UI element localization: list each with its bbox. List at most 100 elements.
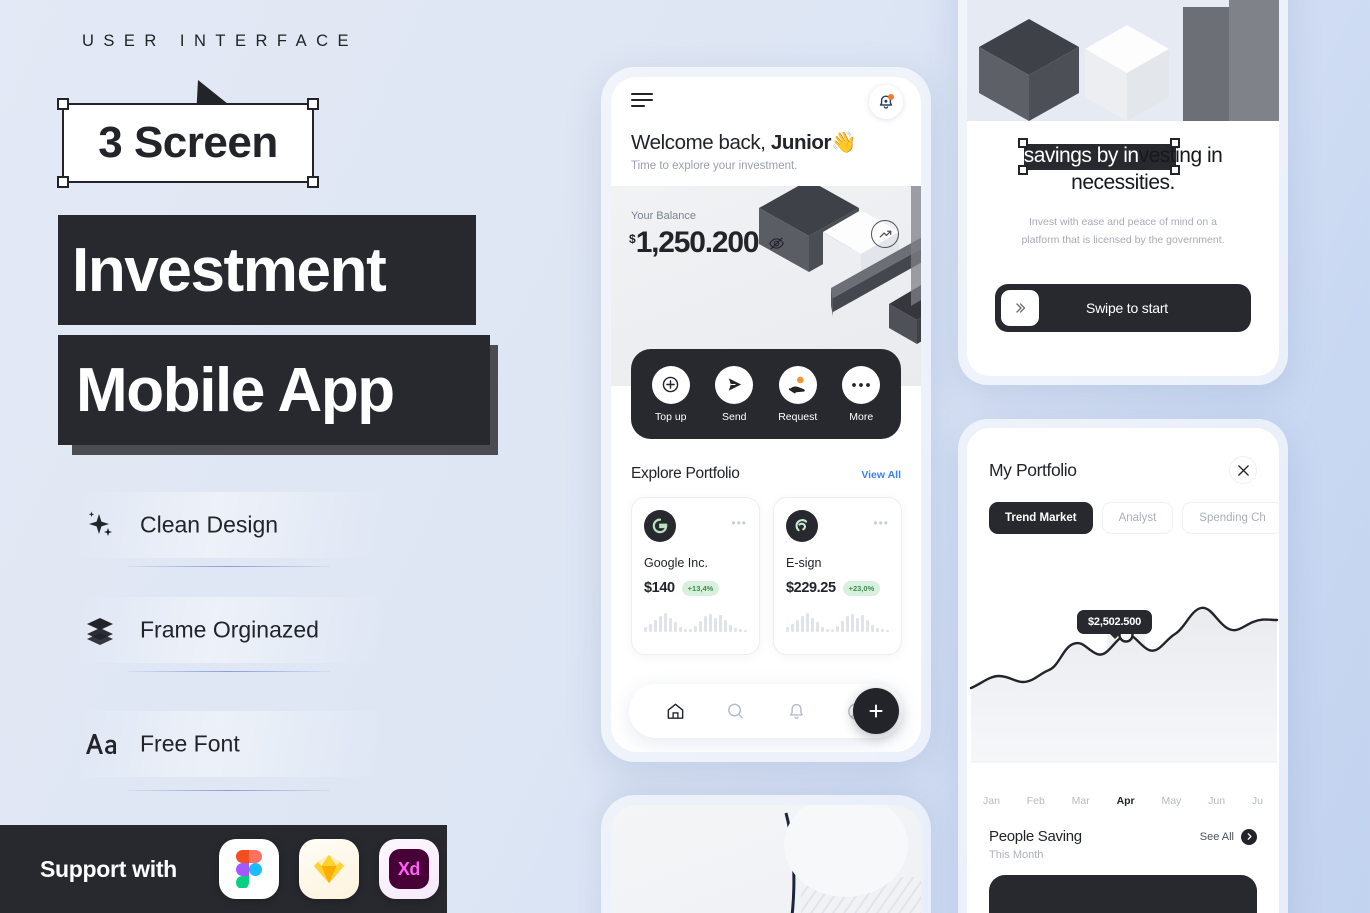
- nav-item-notifications[interactable]: [766, 701, 827, 722]
- tab-analyst[interactable]: Analyst: [1101, 502, 1174, 534]
- my-portfolio-tabs: Trend Market Analyst Spending Ch: [967, 484, 1279, 534]
- hand-coin-icon: [778, 365, 817, 404]
- adobe-xd-logo[interactable]: Xd: [378, 839, 439, 899]
- tab-spending-chart[interactable]: Spending Ch: [1182, 502, 1279, 534]
- eyebrow-label: USER INTERFACE: [82, 32, 359, 50]
- feature-divider-1: [128, 566, 330, 568]
- action-top-up[interactable]: Top up: [643, 365, 699, 423]
- action-send[interactable]: Send: [706, 365, 762, 423]
- more-options-icon[interactable]: •••: [731, 516, 747, 530]
- onboarding-subtitle-line1: Invest with ease and peace of mind on a: [1029, 215, 1217, 228]
- close-icon[interactable]: [1229, 456, 1257, 484]
- action-request[interactable]: Request: [770, 365, 826, 423]
- phone-home-screen: Welcome back, Junior👋 Time to explore yo…: [611, 77, 921, 752]
- selection-handle-top-left[interactable]: [57, 98, 69, 110]
- selection-handle-top-right[interactable]: [307, 98, 319, 110]
- esign-logo: [786, 510, 818, 542]
- people-saving-see-all[interactable]: See All: [1200, 828, 1257, 845]
- month-tick-jun[interactable]: Jun: [1208, 795, 1225, 807]
- people-saving-title: People Saving: [989, 828, 1082, 845]
- action-label-request: Request: [778, 410, 818, 423]
- onboarding-headline-selection[interactable]: savings by investing in: [1017, 138, 1223, 175]
- nav-add-button[interactable]: [853, 688, 899, 734]
- figma-logo[interactable]: [218, 839, 279, 899]
- secondary-screen-decoration: [784, 805, 921, 913]
- feature-item-free-font[interactable]: Free Font: [80, 711, 380, 777]
- feature-item-frame-orginazed[interactable]: Frame Orginazed: [80, 597, 380, 663]
- month-tick-jul[interactable]: Ju: [1252, 795, 1263, 807]
- feature-label-frame-orginazed: Frame Orginazed: [140, 616, 319, 643]
- support-with-label: Support with: [40, 855, 177, 882]
- phone-secondary-screen: [611, 805, 921, 913]
- hamburger-menu-icon[interactable]: [631, 93, 653, 109]
- stock-price-row-esign: $229.25 +23,0%: [786, 580, 889, 596]
- onboarding-headline-rest: vesting in: [1138, 144, 1223, 167]
- feature-item-clean-design[interactable]: Clean Design: [80, 492, 380, 558]
- nav-item-home[interactable]: [645, 701, 706, 722]
- headline-text-investment: Investment: [72, 235, 387, 305]
- month-tick-feb[interactable]: Feb: [1027, 795, 1045, 807]
- onboarding-headline-selected: savings by in: [1023, 144, 1139, 167]
- support-with-bar: Support with Xd: [0, 825, 447, 913]
- left-promo-column: USER INTERFACE 3 Screen Investment Mobil…: [0, 0, 560, 913]
- action-label-more: More: [849, 410, 874, 423]
- feature-label-clean-design: Clean Design: [140, 511, 279, 538]
- selection-handle-bottom-right[interactable]: [307, 176, 319, 188]
- onboarding-headline-line2: necessities.: [1071, 170, 1175, 194]
- headline-text-mobile-app: Mobile App: [76, 355, 395, 425]
- my-portfolio-header: My Portfolio: [967, 428, 1279, 484]
- onboarding-subtitle-line2: platform that is licensed by the governm…: [1021, 234, 1225, 247]
- month-tick-may[interactable]: May: [1161, 795, 1181, 807]
- people-saving-card[interactable]: [989, 875, 1257, 913]
- more-options-icon[interactable]: •••: [873, 516, 889, 530]
- stock-change-badge-esign: +23,0%: [842, 580, 881, 596]
- people-saving-section: People Saving See All This Month: [989, 828, 1257, 913]
- welcome-title: Welcome back, Junior👋: [631, 131, 901, 155]
- headline-block-mobile-app: Mobile App: [58, 335, 490, 445]
- month-tick-apr[interactable]: Apr: [1117, 795, 1135, 807]
- my-portfolio-card: My Portfolio Trend Market Analyst Spendi…: [958, 419, 1288, 913]
- eye-off-icon[interactable]: [768, 235, 785, 257]
- month-tick-jan[interactable]: Jan: [983, 795, 1000, 807]
- three-screen-label: 3 Screen: [98, 118, 278, 167]
- headline-block-investment: Investment: [58, 215, 476, 325]
- welcome-subtitle: Time to explore your investment.: [631, 160, 798, 172]
- three-screen-selection-box[interactable]: 3 Screen: [57, 98, 319, 188]
- action-more[interactable]: More: [833, 365, 889, 423]
- people-saving-header: People Saving See All: [989, 828, 1257, 845]
- notification-bell-icon[interactable]: [869, 85, 903, 119]
- sparkline-esign: [786, 613, 889, 632]
- balance-currency-symbol: $: [629, 232, 636, 246]
- sketch-logo[interactable]: [298, 839, 359, 899]
- feature-divider-3: [128, 790, 330, 792]
- action-label-top-up: Top up: [654, 410, 687, 423]
- phone-mockup-home: Welcome back, Junior👋 Time to explore yo…: [601, 67, 931, 762]
- welcome-prefix: Welcome back,: [631, 131, 771, 154]
- chevron-right-double-icon[interactable]: [1001, 290, 1039, 326]
- ellipsis-icon: [842, 365, 881, 404]
- bottom-navigation-bar: [629, 684, 903, 738]
- tool-logo-list: Xd: [199, 839, 439, 899]
- swipe-to-start-button[interactable]: Swipe to start: [995, 284, 1251, 332]
- stock-card-esign[interactable]: ••• E-sign $229.25 +23,0%: [773, 497, 902, 655]
- tab-trend-market[interactable]: Trend Market: [989, 502, 1093, 534]
- nav-item-search[interactable]: [706, 701, 767, 722]
- my-portfolio-title: My Portfolio: [989, 459, 1077, 480]
- month-tick-mar[interactable]: Mar: [1072, 795, 1090, 807]
- stock-name-google: Google Inc.: [644, 556, 708, 570]
- onboarding-body: savings by investing in necessities. Inv…: [967, 121, 1279, 250]
- trend-arrow-icon[interactable]: [871, 220, 899, 248]
- explore-view-all-link[interactable]: View All: [861, 469, 901, 481]
- chart-value-tooltip: $2,502.500: [1077, 610, 1153, 634]
- balance-amount-row: $ 1,250.200: [629, 226, 785, 260]
- balance-amount-value: 1,250.200: [635, 226, 760, 259]
- plus-circle-icon: [651, 365, 690, 404]
- action-label-send: Send: [721, 410, 747, 423]
- onboarding-headline-line1: savings by investing in: [1024, 144, 1223, 167]
- trend-market-chart: $2,502.500 Jan Feb Mar Apr May Jun Ju: [967, 588, 1279, 813]
- stock-card-list: ••• Google Inc. $140 +13,4% ••• E-sign $…: [631, 497, 909, 655]
- phone-header: Welcome back, Junior👋 Time to explore yo…: [611, 77, 921, 172]
- stock-card-google[interactable]: ••• Google Inc. $140 +13,4%: [631, 497, 760, 655]
- explore-portfolio-title: Explore Portfolio: [631, 465, 740, 482]
- selection-handle-bottom-left[interactable]: [57, 176, 69, 188]
